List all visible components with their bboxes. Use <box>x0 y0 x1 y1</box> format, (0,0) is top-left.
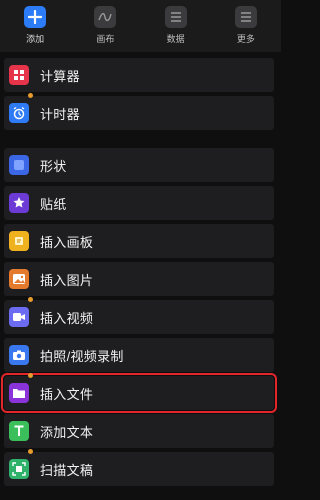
data-icon <box>164 6 187 28</box>
menu-item-photo-video-record[interactable]: 拍照/视频录制 <box>4 338 274 372</box>
menu-item-scan-document[interactable]: 扫描文稿 <box>4 449 274 486</box>
menu-item-insert-video[interactable]: 插入视频 <box>4 297 274 334</box>
menu-item-calculator[interactable]: 计算器 <box>4 58 274 92</box>
text-icon <box>9 421 29 441</box>
plus-icon <box>24 6 47 28</box>
data-tab-label: 数据 <box>166 34 185 44</box>
video-icon <box>9 307 29 327</box>
menu-item-label: 插入文件 <box>40 386 94 402</box>
top-toolbar: 添加 画布 数据 更多 <box>0 0 281 52</box>
add-tab-label: 添加 <box>26 34 45 44</box>
image-icon <box>9 269 29 289</box>
more-tab-label: 更多 <box>236 34 255 44</box>
new-badge-dot <box>28 449 33 454</box>
menu-item-label: 形状 <box>40 158 67 174</box>
new-badge-dot <box>28 297 33 302</box>
menu-item-insert-drawing-board[interactable]: 插入画板 <box>4 224 274 258</box>
alarm-clock-icon <box>9 103 29 123</box>
menu-item-label: 插入图片 <box>40 272 94 288</box>
more-icon <box>234 6 257 28</box>
scan-icon <box>9 459 29 479</box>
add-tab[interactable]: 添加 <box>9 6 61 45</box>
menu-item-label: 拍照/视频录制 <box>40 348 124 364</box>
menu-item-label: 计时器 <box>40 106 80 122</box>
drawing-board-icon <box>9 231 29 251</box>
menu-item-label: 插入视频 <box>40 310 94 326</box>
menu-item-insert-image[interactable]: 插入图片 <box>4 262 274 296</box>
menu-item-add-text[interactable]: 添加文本 <box>4 414 274 448</box>
menu-item-shape[interactable]: 形状 <box>4 148 274 182</box>
menu-item-label: 计算器 <box>40 68 80 84</box>
menu-item-sticker[interactable]: 贴纸 <box>4 186 274 220</box>
canvas-tab-label: 画布 <box>96 34 115 44</box>
shape-icon <box>9 155 29 175</box>
new-badge-dot <box>28 93 33 98</box>
menu-item-label: 插入画板 <box>40 234 94 250</box>
menu-item-label: 贴纸 <box>40 196 67 212</box>
camera-icon <box>9 345 29 365</box>
menu-item-label: 添加文本 <box>40 424 94 440</box>
menu-item-insert-file[interactable]: 插入文件 <box>1 373 277 413</box>
calculator-icon <box>9 65 29 85</box>
canvas-icon <box>94 6 117 28</box>
menu-item-label: 扫描文稿 <box>40 462 94 478</box>
folder-icon <box>9 383 29 403</box>
menu-item-timer[interactable]: 计时器 <box>4 93 274 130</box>
more-tab[interactable]: 更多 <box>220 6 272 45</box>
data-tab[interactable]: 数据 <box>150 6 202 45</box>
group-separator <box>0 134 281 148</box>
canvas-tab[interactable]: 画布 <box>79 6 131 45</box>
sticker-icon <box>9 193 29 213</box>
new-badge-dot <box>28 373 33 378</box>
insert-menu-list: 计算器 计时器 形状 贴纸 插入画板 插入图片 插入视频 拍照/视频录制 插入文… <box>0 58 281 490</box>
